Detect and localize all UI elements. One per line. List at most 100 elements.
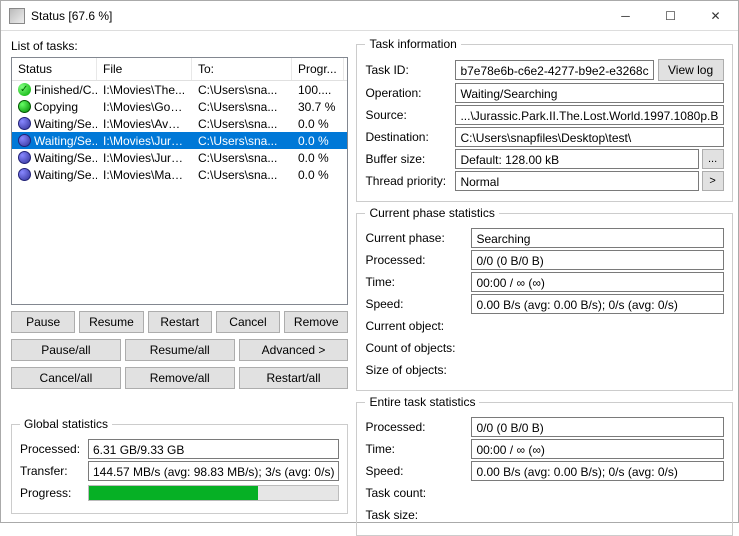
table-row[interactable]: Waiting/Se...I:\Movies\Aven...C:\Users\s… — [12, 115, 347, 132]
global-legend: Global statistics — [20, 417, 112, 431]
phase-size-value — [471, 368, 723, 372]
operation-value: Waiting/Searching — [455, 83, 723, 103]
current-phase-statistics: Current phase statistics Current phase:S… — [356, 206, 732, 391]
phase-size-label: Size of objects: — [365, 363, 471, 377]
table-row[interactable]: Waiting/Se...I:\Movies\Juras...C:\Users\… — [12, 132, 347, 149]
operation-label: Operation: — [365, 86, 455, 100]
button-row-3: Cancel/all Remove/all Restart/all — [11, 367, 348, 389]
status-icon — [18, 134, 31, 147]
advanced-button[interactable]: Advanced > — [239, 339, 349, 361]
entire-proc-label: Processed: — [365, 420, 471, 434]
task-id-label: Task ID: — [365, 63, 455, 77]
phase-time-label: Time: — [365, 275, 471, 289]
cell-status: Waiting/Se... — [12, 167, 97, 183]
cell-status: Finished/C... — [12, 82, 97, 98]
status-icon — [18, 168, 31, 181]
col-to[interactable]: To: — [192, 58, 292, 80]
button-row-2: Pause/all Resume/all Advanced > — [11, 339, 348, 361]
source-label: Source: — [365, 108, 455, 122]
pause-all-button[interactable]: Pause/all — [11, 339, 121, 361]
window-title: Status [67.6 %] — [31, 9, 603, 23]
cell-status: Waiting/Se... — [12, 116, 97, 132]
cell-to: C:\Users\sna... — [192, 99, 292, 115]
entire-tcount-value — [471, 491, 723, 495]
close-button[interactable]: ✕ — [693, 1, 738, 30]
table-row[interactable]: CopyingI:\Movies\Goos...C:\Users\sna...3… — [12, 98, 347, 115]
global-processed-value: 6.31 GB/9.33 GB — [88, 439, 339, 459]
remove-all-button[interactable]: Remove/all — [125, 367, 235, 389]
cell-to: C:\Users\sna... — [192, 150, 292, 166]
remove-button[interactable]: Remove — [284, 311, 348, 333]
buffer-value: Default: 128.00 kB — [455, 149, 698, 169]
cell-to: C:\Users\sna... — [192, 82, 292, 98]
cell-file: I:\Movies\Mad ... — [97, 167, 192, 183]
table-row[interactable]: Finished/C...I:\Movies\The...C:\Users\sn… — [12, 81, 347, 98]
maximize-button[interactable]: ☐ — [648, 1, 693, 30]
phase-count-label: Count of objects: — [365, 341, 471, 355]
status-icon — [18, 83, 31, 96]
entire-tsize-label: Task size: — [365, 508, 471, 522]
buffer-label: Buffer size: — [365, 152, 455, 166]
entire-speed-value: 0.00 B/s (avg: 0.00 B/s); 0/s (avg: 0/s) — [471, 461, 723, 481]
col-progress[interactable]: Progr... — [292, 58, 344, 80]
priority-more-button[interactable]: > — [702, 171, 724, 191]
status-icon — [18, 117, 31, 130]
phase-proc-value: 0/0 (0 B/0 B) — [471, 250, 723, 270]
restart-button[interactable]: Restart — [148, 311, 212, 333]
phase-curobj-value — [471, 324, 723, 328]
entire-legend: Entire task statistics — [365, 395, 479, 409]
phase-curobj-label: Current object: — [365, 319, 471, 333]
buffer-more-button[interactable]: ... — [702, 149, 724, 169]
phase-legend: Current phase statistics — [365, 206, 498, 220]
cell-status: Waiting/Se... — [12, 150, 97, 166]
restart-all-button[interactable]: Restart/all — [239, 367, 349, 389]
app-icon — [9, 8, 25, 24]
cell-to: C:\Users\sna... — [192, 116, 292, 132]
priority-label: Thread priority: — [365, 174, 455, 188]
minimize-button[interactable]: ─ — [603, 1, 648, 30]
cancel-button[interactable]: Cancel — [216, 311, 280, 333]
status-icon — [18, 151, 31, 164]
task-info-legend: Task information — [365, 37, 460, 51]
pause-button[interactable]: Pause — [11, 311, 75, 333]
entire-task-statistics: Entire task statistics Processed:0/0 (0 … — [356, 395, 732, 536]
global-transfer-label: Transfer: — [20, 464, 88, 478]
phase-count-value — [471, 346, 723, 350]
cell-progress: 100.... — [292, 82, 344, 98]
entire-time-value: 00:00 / ∞ (∞) — [471, 439, 723, 459]
task-id-value: b7e78e6b-c6e2-4277-b9e2-e3268c — [455, 60, 653, 80]
phase-speed-value: 0.00 B/s (avg: 0.00 B/s); 0/s (avg: 0/s) — [471, 294, 723, 314]
col-status[interactable]: Status — [12, 58, 97, 80]
phase-proc-label: Processed: — [365, 253, 471, 267]
list-header[interactable]: Status File To: Progr... — [12, 58, 347, 81]
view-log-button[interactable]: View log — [658, 59, 724, 81]
phase-label: Current phase: — [365, 231, 471, 245]
cell-file: I:\Movies\Juras... — [97, 150, 192, 166]
cell-status: Copying — [12, 99, 97, 115]
button-row-1: Pause Resume Restart Cancel Remove — [11, 311, 348, 333]
cancel-all-button[interactable]: Cancel/all — [11, 367, 121, 389]
list-label: List of tasks: — [11, 39, 348, 53]
cell-progress: 0.0 % — [292, 116, 344, 132]
table-row[interactable]: Waiting/Se...I:\Movies\Mad ...C:\Users\s… — [12, 166, 347, 183]
cell-progress: 30.7 % — [292, 99, 344, 115]
titlebar: Status [67.6 %] ─ ☐ ✕ — [1, 1, 738, 31]
cell-file: I:\Movies\Aven... — [97, 116, 192, 132]
resume-button[interactable]: Resume — [79, 311, 143, 333]
cell-file: I:\Movies\Goos... — [97, 99, 192, 115]
phase-value: Searching — [471, 228, 723, 248]
source-value: ...\Jurassic.Park.II.The.Lost.World.1997… — [455, 105, 723, 125]
table-row[interactable]: Waiting/Se...I:\Movies\Juras...C:\Users\… — [12, 149, 347, 166]
task-list[interactable]: Status File To: Progr... Finished/C...I:… — [11, 57, 348, 305]
resume-all-button[interactable]: Resume/all — [125, 339, 235, 361]
cell-progress: 0.0 % — [292, 167, 344, 183]
task-information: Task information Task ID: b7e78e6b-c6e2-… — [356, 37, 732, 202]
global-progress-label: Progress: — [20, 486, 88, 500]
cell-progress: 0.0 % — [292, 150, 344, 166]
col-file[interactable]: File — [97, 58, 192, 80]
cell-status: Waiting/Se... — [12, 133, 97, 149]
global-transfer-value: 144.57 MB/s (avg: 98.83 MB/s); 3/s (avg:… — [88, 461, 339, 481]
cell-to: C:\Users\sna... — [192, 167, 292, 183]
priority-value: Normal — [455, 171, 698, 191]
destination-value: C:\Users\snapfiles\Desktop\test\ — [455, 127, 723, 147]
